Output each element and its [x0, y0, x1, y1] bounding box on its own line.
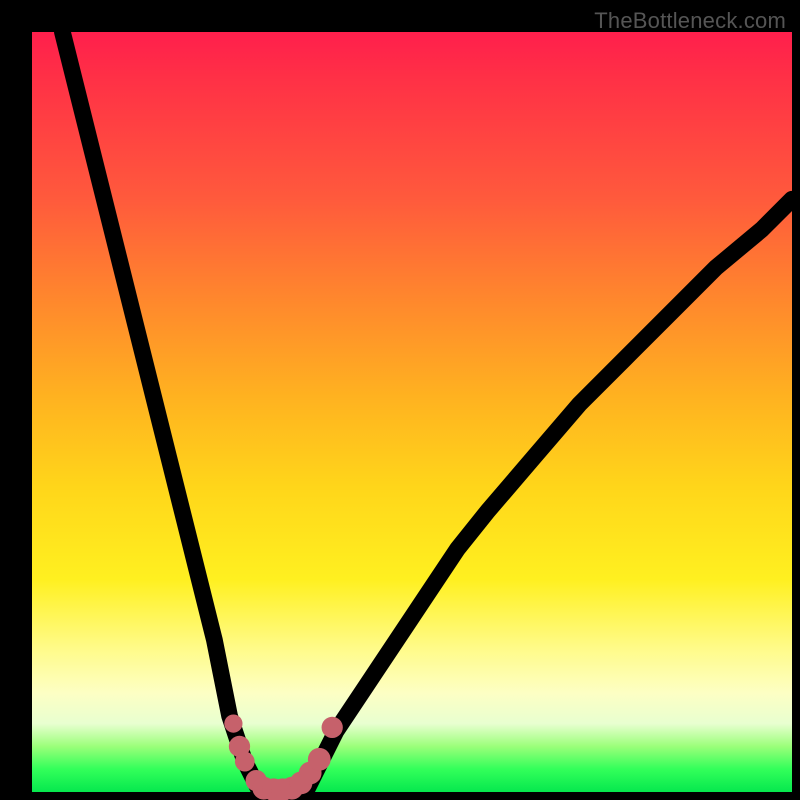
curve-layer [32, 32, 792, 792]
curve-right-branch [306, 199, 792, 792]
curve-left-branch [62, 32, 260, 792]
plot-area [32, 32, 792, 792]
data-marker [322, 717, 343, 738]
chart-frame: TheBottleneck.com [0, 0, 800, 800]
watermark-text: TheBottleneck.com [594, 8, 786, 34]
data-marker [224, 714, 242, 732]
data-marker [235, 752, 255, 772]
data-marker [308, 748, 331, 771]
